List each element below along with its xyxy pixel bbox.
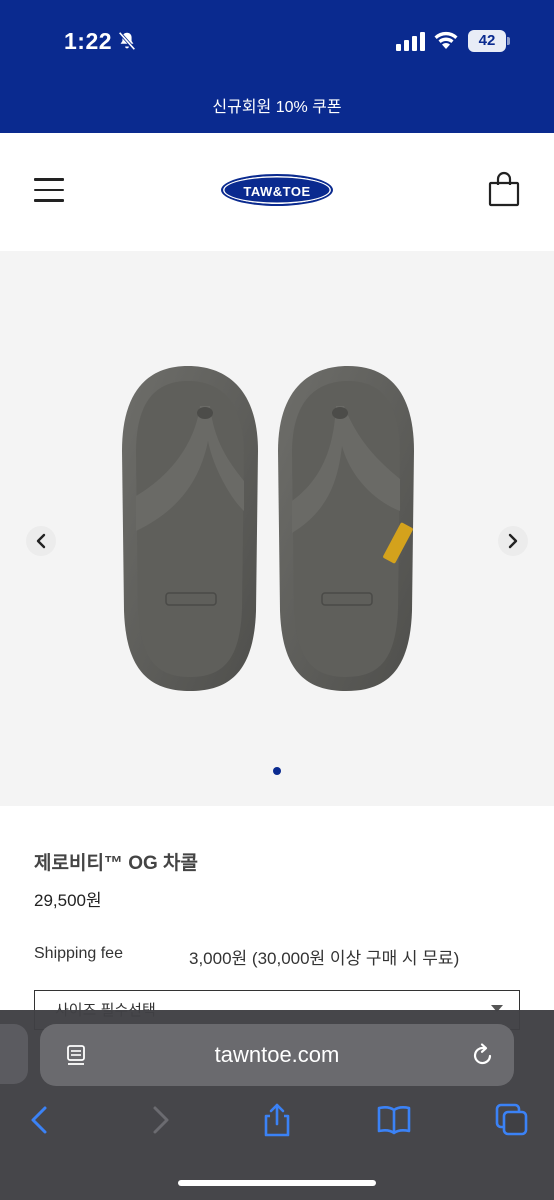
forward-arrow-icon[interactable]: [142, 1102, 178, 1138]
product-image-gallery[interactable]: [0, 251, 554, 806]
reload-icon[interactable]: [470, 1042, 496, 1068]
tabs-icon[interactable]: [494, 1102, 530, 1138]
status-time: 1:22: [64, 28, 113, 54]
gallery-dot-active[interactable]: [273, 767, 281, 775]
gallery-pagination: [0, 767, 554, 777]
product-image-sandals: [122, 366, 414, 691]
brand-logo[interactable]: TAW&TOE: [221, 174, 333, 206]
battery-indicator: 42: [468, 30, 510, 52]
url-text: tawntoe.com: [214, 1042, 340, 1067]
battery-level: 42: [468, 30, 506, 52]
bell-slash-icon: [118, 31, 136, 51]
cellular-signal-icon: [396, 32, 425, 51]
gallery-prev-button[interactable]: [26, 526, 56, 556]
shopping-bag-icon[interactable]: [488, 171, 520, 207]
shipping-fee-label: Shipping fee: [34, 945, 123, 962]
shipping-fee-value: 3,000원 (30,000원 이상 구매 시 무료): [189, 949, 460, 968]
product-name: 제로비티™ OG 차콜: [34, 853, 198, 874]
site-header: TAW&TOE: [0, 133, 554, 251]
home-indicator: [178, 1180, 376, 1186]
wifi-icon: [434, 31, 458, 49]
browser-toolbar: tawntoe.com: [0, 1010, 554, 1200]
chevron-right-icon: [508, 533, 518, 549]
gallery-next-button[interactable]: [498, 526, 528, 556]
chevron-left-icon: [36, 533, 46, 549]
bookmarks-icon[interactable]: [376, 1102, 412, 1138]
back-arrow-icon[interactable]: [22, 1102, 58, 1138]
right-sandal: [278, 366, 414, 691]
promo-banner[interactable]: 신규회원 10% 쿠폰: [0, 84, 554, 133]
status-bar: 1:22 42: [0, 0, 554, 84]
previous-tab-preview[interactable]: [0, 1024, 28, 1084]
share-icon[interactable]: [259, 1102, 295, 1138]
address-bar[interactable]: tawntoe.com: [40, 1024, 514, 1086]
hamburger-menu-icon[interactable]: [34, 178, 64, 202]
left-sandal: [122, 366, 258, 691]
battery-tip: [507, 37, 510, 45]
product-price: 29,500원: [34, 891, 102, 910]
